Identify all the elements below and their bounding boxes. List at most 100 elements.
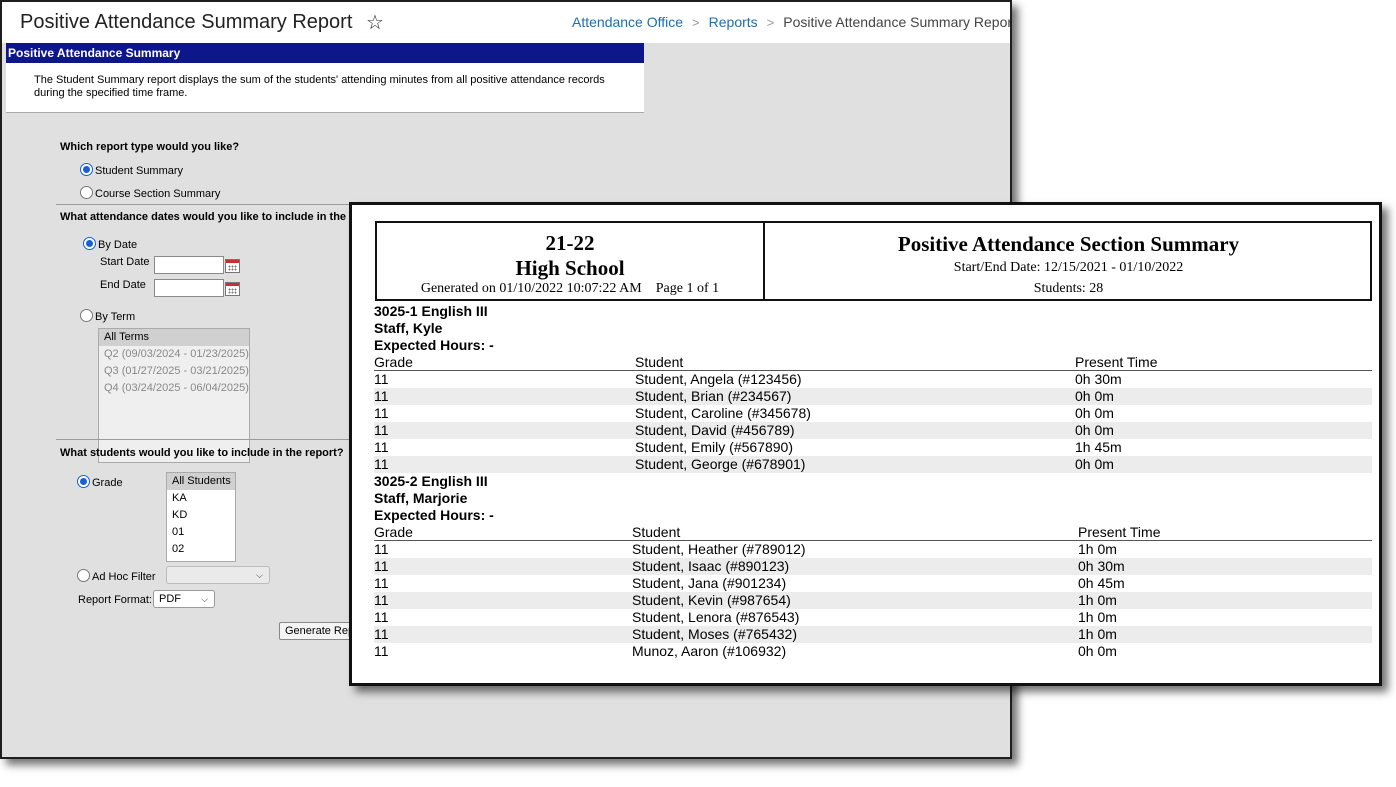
start-date-label: Start Date (100, 256, 150, 268)
table-row: 11 Student, Emily (#567890) 1h 45m (374, 439, 1372, 456)
table-row: 11 Student, Heather (#789012) 1h 0m (374, 541, 1372, 558)
description-line-2: during the specified time frame. (34, 87, 188, 99)
section-rows: 11 Student, Heather (#789012) 1h 0m 11 Stud… (374, 541, 1372, 660)
cell-present-time: 0h 0m (1078, 643, 1117, 659)
cell-student: Student, Angela (#123456) (635, 371, 802, 387)
form-description: The Student Summary report displays the … (6, 63, 644, 113)
table-row: 11 Student, Caroline (#345678) 0h 0m (374, 405, 1372, 422)
table-row: 11 Student, Kevin (#987654) 1h 0m (374, 592, 1372, 609)
cell-student: Student, Brian (#234567) (635, 388, 792, 404)
grade-option[interactable]: 01 (167, 524, 235, 541)
ad-hoc-filter-select[interactable]: ⌵ (166, 566, 270, 584)
cell-grade: 11 (374, 541, 389, 557)
by-term-radio[interactable] (80, 309, 93, 322)
term-option[interactable]: Q4 (03/24/2025 - 06/04/2025) (99, 380, 249, 397)
col-grade: Grade (374, 354, 413, 370)
calendar-icon[interactable] (225, 282, 240, 296)
course-title: 3025-1 English III (374, 303, 488, 319)
by-date-label: By Date (98, 239, 138, 251)
col-student: Student (632, 524, 681, 540)
cell-student: Student, David (#456789) (635, 422, 795, 438)
students-question: What students would you like to include … (60, 447, 344, 459)
col-present-time: Present Time (1075, 354, 1158, 370)
expected-hours: Expected Hours: - (374, 507, 494, 523)
breadcrumb-current: Positive Attendance Summary Report (783, 14, 1012, 30)
cell-present-time: 1h 0m (1078, 592, 1117, 608)
breadcrumb-attendance-office[interactable]: Attendance Office (572, 14, 683, 30)
start-date-input[interactable] (154, 256, 224, 274)
cell-grade: 11 (374, 592, 389, 608)
grade-radio[interactable] (77, 475, 90, 488)
col-present-time: Present Time (1078, 524, 1161, 540)
teacher-name: Staff, Kyle (374, 320, 443, 336)
student-summary-label: Student Summary (95, 165, 184, 177)
cell-student: Student, Jana (#901234) (632, 575, 787, 591)
by-date-radio[interactable] (83, 237, 96, 250)
generated-info: Generated on 01/10/2022 10:07:22 AM Page … (377, 281, 763, 297)
section-rows: 11 Student, Angela (#123456) 0h 30m 11 Stud… (374, 371, 1372, 473)
grade-list[interactable]: All Students KA KD 01 02 (166, 472, 236, 562)
breadcrumb-reports[interactable]: Reports (709, 14, 758, 30)
cell-student: Student, Heather (#789012) (632, 541, 806, 557)
cell-present-time: 0h 0m (1075, 456, 1114, 472)
cell-grade: 11 (374, 609, 389, 625)
table-row: 11 Student, Lenora (#876543) 1h 0m (374, 609, 1372, 626)
term-option[interactable]: Q2 (09/03/2024 - 01/23/2025) (99, 346, 249, 363)
table-row: 11 Student, Moses (#765432) 1h 0m (374, 626, 1372, 643)
cell-student: Student, Caroline (#345678) (635, 405, 811, 421)
cell-present-time: 0h 45m (1078, 575, 1125, 591)
end-date-label: End Date (100, 279, 146, 291)
dates-question: What attendance dates would you like to … (60, 211, 360, 223)
term-option[interactable]: Q3 (01/27/2025 - 03/21/2025) (99, 363, 249, 380)
cell-present-time: 1h 0m (1078, 626, 1117, 642)
column-header-row: Grade Student Present Time (374, 354, 1372, 371)
cell-student: Student, George (#678901) (635, 456, 806, 472)
favorite-star-icon[interactable]: ☆ (366, 10, 384, 35)
cell-student: Student, Moses (#765432) (632, 626, 797, 642)
cell-student: Student, Kevin (#987654) (632, 592, 791, 608)
table-row: 11 Student, Isaac (#890123) 0h 30m (374, 558, 1372, 575)
school-year: 21-22 (545, 231, 595, 255)
cell-student: Munoz, Aaron (#106932) (632, 643, 787, 659)
breadcrumb: Attendance Office > Reports > Positive Atten… (572, 14, 1012, 30)
cell-present-time: 0h 0m (1075, 388, 1114, 404)
report-header-box: 21-22 High School Generated on 01/10/202… (375, 221, 1372, 301)
ad-hoc-filter-label: Ad Hoc Filter (92, 571, 156, 583)
chevron-right-icon: > (692, 15, 700, 30)
ad-hoc-filter-radio[interactable] (77, 569, 90, 582)
cell-present-time: 0h 0m (1075, 405, 1114, 421)
report-format-label: Report Format: (78, 594, 152, 606)
term-option[interactable]: All Terms (99, 329, 249, 346)
cell-grade: 11 (374, 575, 389, 591)
column-header-row: Grade Student Present Time (374, 524, 1372, 541)
report-preview: 21-22 High School Generated on 01/10/202… (349, 202, 1382, 686)
table-row: 11 Student, Angela (#123456) 0h 30m (374, 371, 1372, 388)
col-grade: Grade (374, 524, 413, 540)
table-row: 11 Student, Brian (#234567) 0h 0m (374, 388, 1372, 405)
grade-option[interactable]: KD (167, 507, 235, 524)
report-title: Positive Attendance Section Summary (897, 232, 1240, 256)
course-title: 3025-2 English III (374, 473, 488, 489)
student-summary-radio[interactable] (80, 163, 93, 176)
school-name: High School (515, 256, 625, 280)
calendar-icon[interactable] (225, 259, 240, 273)
cell-grade: 11 (374, 643, 389, 659)
grade-option[interactable]: KA (167, 490, 235, 507)
table-row: 11 Student, George (#678901) 0h 0m (374, 456, 1372, 473)
divider (56, 204, 356, 205)
grade-option[interactable]: 02 (167, 541, 235, 558)
table-row: 11 Munoz, Aaron (#106932) 0h 0m (374, 643, 1372, 660)
report-format-select[interactable]: PDF ⌵ (153, 590, 215, 608)
cell-grade: 11 (374, 456, 389, 472)
cell-grade: 11 (374, 422, 389, 438)
course-section-summary-radio[interactable] (80, 186, 93, 199)
end-date-input[interactable] (154, 279, 224, 297)
course-section: 3025-1 English III Staff, Kyle Expected … (374, 303, 1372, 473)
term-list[interactable]: All Terms Q2 (09/03/2024 - 01/23/2025) Q… (98, 328, 250, 463)
page-title: Positive Attendance Summary Report (20, 11, 353, 33)
report-dates: Start/End Date: 12/15/2021 - 01/10/2022 (953, 260, 1184, 275)
grade-option[interactable]: All Students (167, 473, 235, 490)
report-format-value: PDF (159, 593, 181, 605)
generated-date: Generated on 01/10/2022 10:07:22 AM (420, 281, 642, 296)
course-section: 3025-2 English III Staff, Marjorie Expec… (374, 473, 1372, 660)
